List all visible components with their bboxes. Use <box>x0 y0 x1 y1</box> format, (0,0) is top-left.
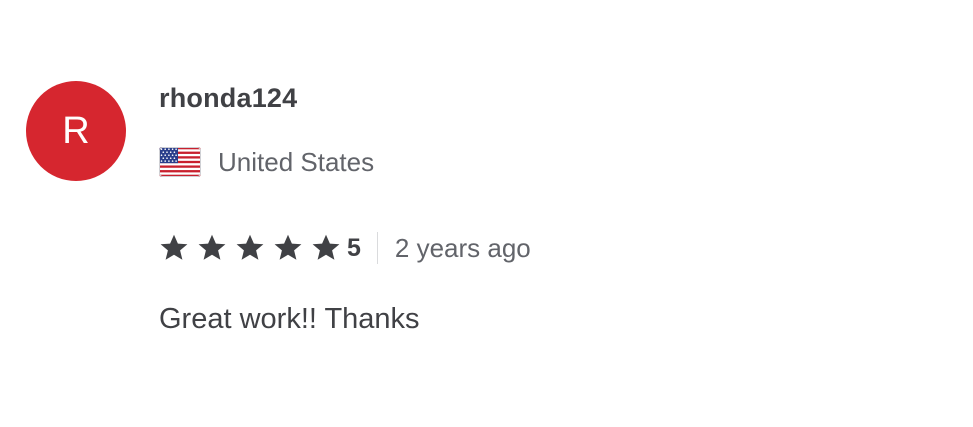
divider <box>376 232 378 264</box>
star-icon <box>236 234 264 260</box>
rating-value: 5 <box>347 233 361 262</box>
country-name: United States <box>218 146 375 177</box>
star-rating <box>159 233 341 263</box>
review-time: 2 years ago <box>394 232 531 263</box>
avatar[interactable]: R <box>26 81 126 181</box>
review-text: Great work!! Thanks <box>159 303 420 335</box>
star-icon <box>312 234 340 260</box>
star-icon <box>160 234 188 260</box>
star-icon <box>274 234 302 260</box>
review-card: R rhonda124 United States 5 2 years ago … <box>0 0 973 427</box>
avatar-initial: R <box>62 109 90 152</box>
reviewer-username[interactable]: rhonda124 <box>159 83 297 114</box>
star-icon <box>198 234 226 260</box>
rating-row: 5 2 years ago <box>159 229 531 267</box>
reviewer-country: United States <box>159 145 374 179</box>
us-flag-icon <box>159 147 201 177</box>
